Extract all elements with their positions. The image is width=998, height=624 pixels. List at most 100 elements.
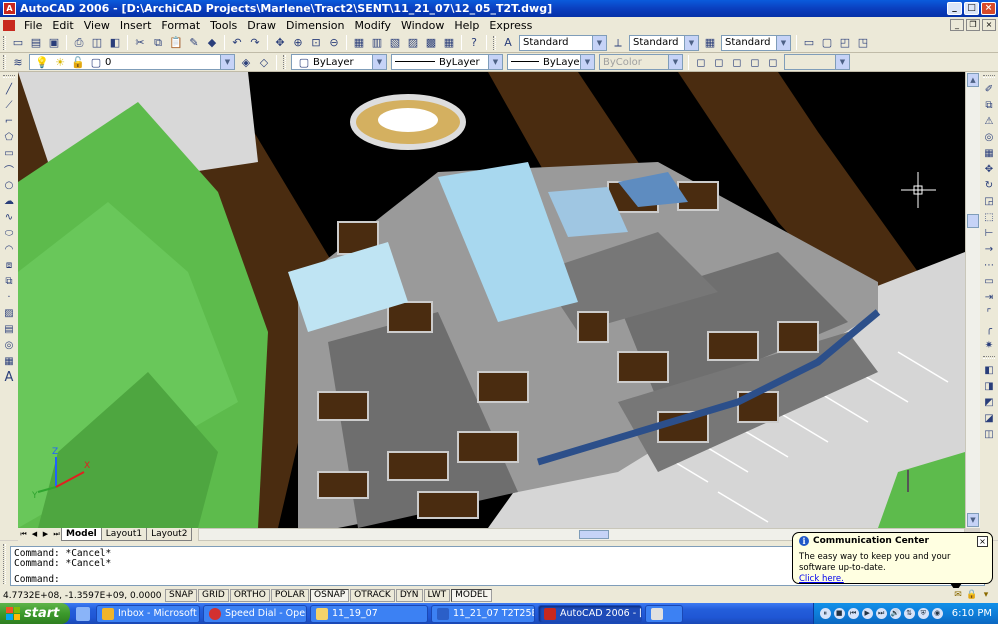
task-misc[interactable] bbox=[645, 604, 683, 623]
text-style-select[interactable]: Standard ▼ bbox=[519, 34, 607, 51]
vertical-scrollbar[interactable]: ▲ ▼ bbox=[965, 72, 980, 528]
view-top-icon[interactable]: ◻ bbox=[693, 54, 709, 70]
viewport-scale-icon[interactable]: ◳ bbox=[855, 35, 871, 51]
construction-line-icon[interactable]: ⟋ bbox=[2, 98, 16, 112]
lineweight-select[interactable]: ByLayer ▼ bbox=[507, 54, 595, 70]
grid-toggle[interactable]: GRID bbox=[198, 589, 229, 602]
match-properties-icon[interactable]: ✎ bbox=[186, 35, 202, 51]
point-icon[interactable]: · bbox=[2, 290, 16, 304]
scroll-thumb[interactable] bbox=[967, 214, 979, 228]
menu-tools[interactable]: Tools bbox=[205, 19, 242, 32]
open-icon[interactable]: ▤ bbox=[28, 35, 44, 51]
communication-center-popup[interactable]: i Communication Center × The easy way to… bbox=[792, 532, 993, 592]
next-tab-icon[interactable]: ▶ bbox=[40, 528, 51, 541]
region-icon[interactable]: ◎ bbox=[2, 338, 16, 352]
view-left-icon[interactable]: ◻ bbox=[729, 54, 745, 70]
volume-icon[interactable]: 🔊 bbox=[889, 608, 901, 619]
redo-icon[interactable]: ↷ bbox=[247, 35, 263, 51]
tab-layout2[interactable]: Layout2 bbox=[146, 528, 193, 541]
array-icon[interactable]: ▦ bbox=[982, 146, 996, 160]
layer-select[interactable]: 💡 ☀ 🔓 ▢ 0 ▼ bbox=[29, 54, 235, 70]
paste-icon[interactable]: 📋 bbox=[168, 35, 184, 51]
toolbar-grip[interactable] bbox=[3, 55, 6, 69]
lock-icon[interactable]: 🔒 bbox=[966, 590, 978, 601]
table-icon[interactable]: ▦ bbox=[2, 354, 16, 368]
new-icon[interactable]: ▭ bbox=[10, 35, 26, 51]
menu-modify[interactable]: Modify bbox=[350, 19, 396, 32]
chevron-down-icon[interactable]: ▼ bbox=[580, 55, 594, 69]
explode-icon[interactable]: ✷ bbox=[982, 338, 996, 352]
chevron-down-icon[interactable]: ▼ bbox=[776, 35, 790, 50]
task-word[interactable]: 11_21_07 T2T25Build... bbox=[431, 604, 535, 623]
menu-express[interactable]: Express bbox=[484, 19, 537, 32]
shield-icon[interactable]: ⛨ bbox=[917, 608, 929, 619]
chevron-down-icon[interactable]: ▼ bbox=[684, 35, 698, 50]
fillet-icon[interactable]: ╭ bbox=[982, 322, 996, 336]
rotate-icon[interactable]: ↻ bbox=[982, 178, 996, 192]
chevron-down-icon[interactable]: ▼ bbox=[220, 55, 234, 69]
send-under-icon[interactable]: ◫ bbox=[982, 427, 996, 441]
single-viewport-icon[interactable]: ▢ bbox=[819, 35, 835, 51]
drawing-doc-icon[interactable] bbox=[3, 19, 15, 31]
table-style-select[interactable]: Standard ▼ bbox=[721, 34, 791, 51]
properties-icon[interactable]: ▦ bbox=[351, 35, 367, 51]
offset-icon[interactable]: ◎ bbox=[982, 130, 996, 144]
send-back-icon[interactable]: ◩ bbox=[982, 395, 996, 409]
toolbar-grip[interactable] bbox=[983, 356, 995, 359]
dim-style-select[interactable]: Standard ▼ bbox=[629, 34, 699, 51]
tab-model[interactable]: Model bbox=[61, 528, 102, 541]
task-autocad[interactable]: AutoCAD 2006 - [D:\... bbox=[538, 604, 642, 623]
start-button[interactable]: start bbox=[0, 603, 70, 624]
color-select[interactable]: ▢ ByLayer ▼ bbox=[291, 54, 387, 70]
erase-icon[interactable]: ✐ bbox=[982, 82, 996, 96]
media-prev-icon[interactable]: ⏮ bbox=[847, 608, 859, 619]
draw-order-icon[interactable]: ◧ bbox=[982, 363, 996, 377]
first-tab-icon[interactable]: ⏮ bbox=[18, 528, 29, 541]
polygon-icon[interactable]: ⬠ bbox=[2, 130, 16, 144]
arc-icon[interactable]: ⌒ bbox=[2, 162, 16, 177]
minimize-button[interactable]: _ bbox=[947, 2, 962, 15]
help-icon[interactable]: ? bbox=[466, 35, 482, 51]
tool-palettes-icon[interactable]: ▧ bbox=[387, 35, 403, 51]
polar-toggle[interactable]: POLAR bbox=[270, 589, 310, 602]
task-opera[interactable]: Speed Dial - Opera bbox=[203, 604, 307, 623]
break-at-point-icon[interactable]: ⋯ bbox=[982, 258, 996, 272]
menu-help[interactable]: Help bbox=[449, 19, 484, 32]
menu-dimension[interactable]: Dimension bbox=[281, 19, 349, 32]
sheet-set-icon[interactable]: ▨ bbox=[405, 35, 421, 51]
zoom-realtime-icon[interactable]: ⊕ bbox=[290, 35, 306, 51]
menu-draw[interactable]: Draw bbox=[242, 19, 281, 32]
toolbar-grip[interactable] bbox=[3, 75, 15, 78]
media-next-icon[interactable]: ⏭ bbox=[875, 608, 887, 619]
spline-icon[interactable]: ∿ bbox=[2, 210, 16, 224]
toolbar-grip[interactable] bbox=[3, 544, 6, 584]
pan-icon[interactable]: ✥ bbox=[272, 35, 288, 51]
revision-cloud-icon[interactable]: ☁ bbox=[2, 194, 16, 208]
break-icon[interactable]: ▭ bbox=[982, 274, 996, 288]
doc-close-button[interactable]: × bbox=[982, 19, 996, 31]
join-icon[interactable]: ⇥ bbox=[982, 290, 996, 304]
zoom-window-icon[interactable]: ⊡ bbox=[308, 35, 324, 51]
menu-edit[interactable]: Edit bbox=[47, 19, 78, 32]
view-front-icon[interactable]: ◻ bbox=[711, 54, 727, 70]
viewport-icon[interactable]: ▭ bbox=[801, 35, 817, 51]
doc-minimize-button[interactable]: _ bbox=[950, 19, 964, 31]
status-menu-icon[interactable]: ▾ bbox=[980, 590, 992, 601]
multiline-text-icon[interactable]: A bbox=[2, 370, 16, 385]
scroll-up-icon[interactable]: ▲ bbox=[967, 73, 979, 87]
trim-icon[interactable]: ⊢ bbox=[982, 226, 996, 240]
taskbar-clock[interactable]: 6:10 PM bbox=[952, 608, 992, 619]
scroll-thumb[interactable] bbox=[579, 530, 610, 539]
media-stop-icon[interactable]: ■ bbox=[833, 608, 845, 619]
doc-restore-button[interactable]: ❐ bbox=[966, 19, 980, 31]
polyline-icon[interactable]: ⌐ bbox=[2, 114, 16, 128]
snap-toggle[interactable]: SNAP bbox=[165, 589, 198, 602]
move-icon[interactable]: ✥ bbox=[982, 162, 996, 176]
plot-preview-icon[interactable]: ◫ bbox=[89, 35, 105, 51]
tab-layout1[interactable]: Layout1 bbox=[100, 528, 148, 541]
chevron-down-icon[interactable]: ▼ bbox=[488, 55, 502, 69]
lwt-toggle[interactable]: LWT bbox=[423, 589, 451, 602]
toolbar-grip[interactable] bbox=[493, 35, 496, 50]
scroll-down-icon[interactable]: ▼ bbox=[967, 513, 979, 527]
dyn-toggle[interactable]: DYN bbox=[395, 589, 423, 602]
